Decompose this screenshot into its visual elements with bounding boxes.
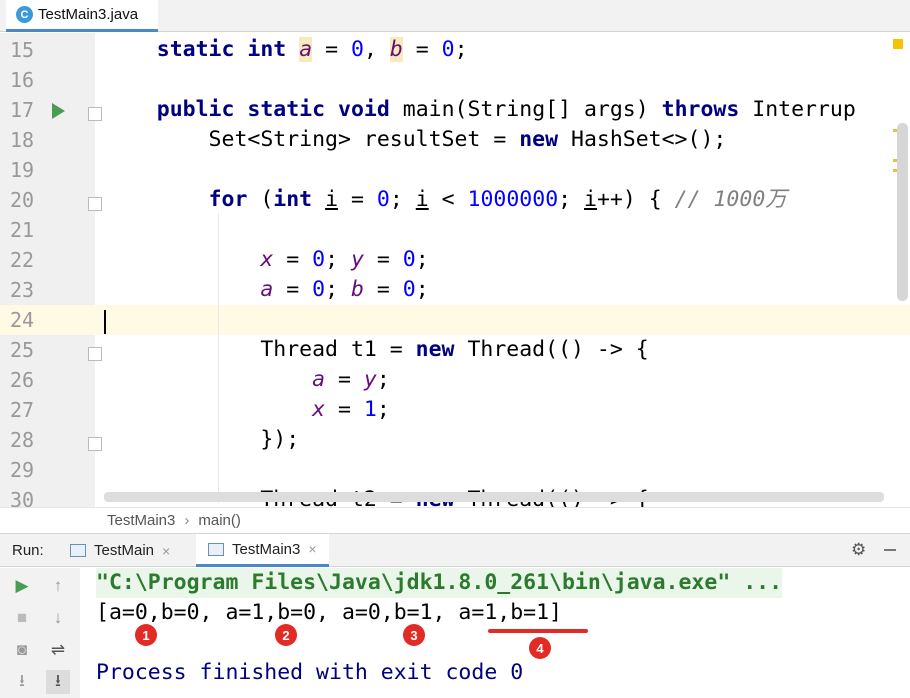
indent-guide [218,213,219,503]
code-line[interactable]: 22 x = 0; y = 0; [0,245,910,275]
line-number: 29 [10,458,35,482]
code-text: static int a = 0, b = 0; [156,37,468,62]
line-number: 25 [10,338,35,362]
down-arrow-icon[interactable]: ↓ [46,606,70,630]
java-class-icon: C [16,6,33,23]
line-number: 30 [10,488,35,507]
breadcrumb-class[interactable]: TestMain3 [107,512,175,529]
breadcrumb-separator: › [184,512,190,529]
run-config-icon [208,542,224,556]
code-text: x = 0; y = 0; [260,247,429,272]
code-line[interactable]: 18 Set<String> resultSet = new HashSet<>… [0,125,910,155]
rerun-icon[interactable]: ▶ [10,574,34,598]
code-text: for (int i = 0; i < 1000000; i++) { // 1… [208,187,787,212]
code-text: a = y; [312,367,390,392]
code-text: public static void main(String[] args) t… [156,97,856,122]
line-number: 19 [10,158,35,182]
breadcrumb-method[interactable]: main() [198,512,241,529]
fold-icon[interactable] [88,437,102,451]
code-line[interactable]: 24 [0,305,910,335]
line-number: 23 [10,278,35,302]
code-line[interactable]: 20 for (int i = 0; i < 1000000; i++) { /… [0,185,910,215]
code-line[interactable]: 26 a = y; [0,365,910,395]
console-output-line: [a=0,b=0, a=1,b=0, a=0,b=1, a=1,b=1] [96,600,562,625]
run-label: Run: [12,542,44,559]
file-tab-label: TestMain3.java [38,6,139,23]
code-line[interactable]: 16 [0,65,910,95]
warning-marker-icon[interactable] [893,39,903,49]
stop-icon[interactable]: ■ [10,606,34,630]
camera-icon[interactable]: ◙ [10,638,34,662]
annotation-underline [488,629,588,633]
run-tab-testmain3[interactable]: TestMain3 × [196,534,329,567]
close-icon[interactable]: × [162,543,170,559]
close-icon[interactable]: × [308,541,316,557]
annotation-badge: 4 [529,637,551,659]
text-caret [104,310,106,334]
line-number: 16 [10,68,35,92]
code-line[interactable]: 19 [0,155,910,185]
fold-icon[interactable] [88,347,102,361]
code-editor[interactable]: 15 static int a = 0, b = 0; 16 17 public s… [0,33,910,507]
vertical-scrollbar[interactable] [897,123,908,301]
code-line[interactable]: 27 x = 1; [0,395,910,425]
line-number: 26 [10,368,35,392]
code-text: Thread t1 = new Thread(() -> { [105,337,649,362]
file-tab-testmain3[interactable]: C TestMain3.java [6,0,158,32]
code-line[interactable]: 21 [0,215,910,245]
up-arrow-icon[interactable]: ↑ [46,574,70,598]
run-tab-label: TestMain3 [232,540,301,558]
fold-icon[interactable] [88,197,102,211]
editor-tab-bar: C TestMain3.java [0,0,910,32]
scroll-to-end-icon[interactable]: ⭳ [46,670,70,694]
run-tool-bar: Run: TestMain × TestMain3 × ⚙ [0,533,910,567]
breadcrumb: TestMain3 › main() [0,507,910,533]
horizontal-scrollbar[interactable] [104,492,884,502]
code-line[interactable]: 15 static int a = 0, b = 0; [0,35,910,65]
annotation-badge: 3 [403,624,425,646]
line-number: 20 [10,188,35,212]
line-number: 24 [10,305,50,335]
run-gutter-icon[interactable] [52,103,65,119]
line-number: 21 [10,218,35,242]
console-exit-line: Process finished with exit code 0 [96,660,524,685]
soft-wrap-icon[interactable]: ⇌ [46,638,70,662]
code-text: }); [105,427,300,452]
annotation-badge: 1 [135,624,157,646]
pin-icon[interactable]: ⭳ [10,670,34,694]
annotation-badge: 2 [275,624,297,646]
run-tab-testmain[interactable]: TestMain × [70,534,170,567]
code-line[interactable]: 25 Thread t1 = new Thread(() -> { [0,335,910,365]
code-line[interactable]: 23 a = 0; b = 0; [0,275,910,305]
code-line[interactable]: 28 }); [0,425,910,455]
code-line[interactable]: 29 [0,455,910,485]
line-number: 15 [10,38,35,62]
line-number: 17 [10,98,35,122]
line-number: 27 [10,398,35,422]
line-number: 18 [10,128,35,152]
code-line[interactable]: 17 public static void main(String[] args… [0,95,910,125]
minimize-icon[interactable] [884,549,896,551]
code-text: x = 1; [312,397,390,422]
gear-icon[interactable]: ⚙ [851,540,866,560]
run-config-icon [70,544,86,557]
fold-icon[interactable] [88,107,102,121]
console-toolbar: ▶ ↑ ■ ↓ ◙ ⇌ ⭳ ⭳ [0,568,80,698]
code-text: Set<String> resultSet = new HashSet<>(); [105,127,727,152]
line-number: 22 [10,248,35,272]
line-number: 28 [10,428,35,452]
console-command-line: "C:\Program Files\Java\jdk1.8.0_261\bin\… [96,568,783,598]
code-text: a = 0; b = 0; [260,277,429,302]
run-tab-label: TestMain [94,542,155,559]
